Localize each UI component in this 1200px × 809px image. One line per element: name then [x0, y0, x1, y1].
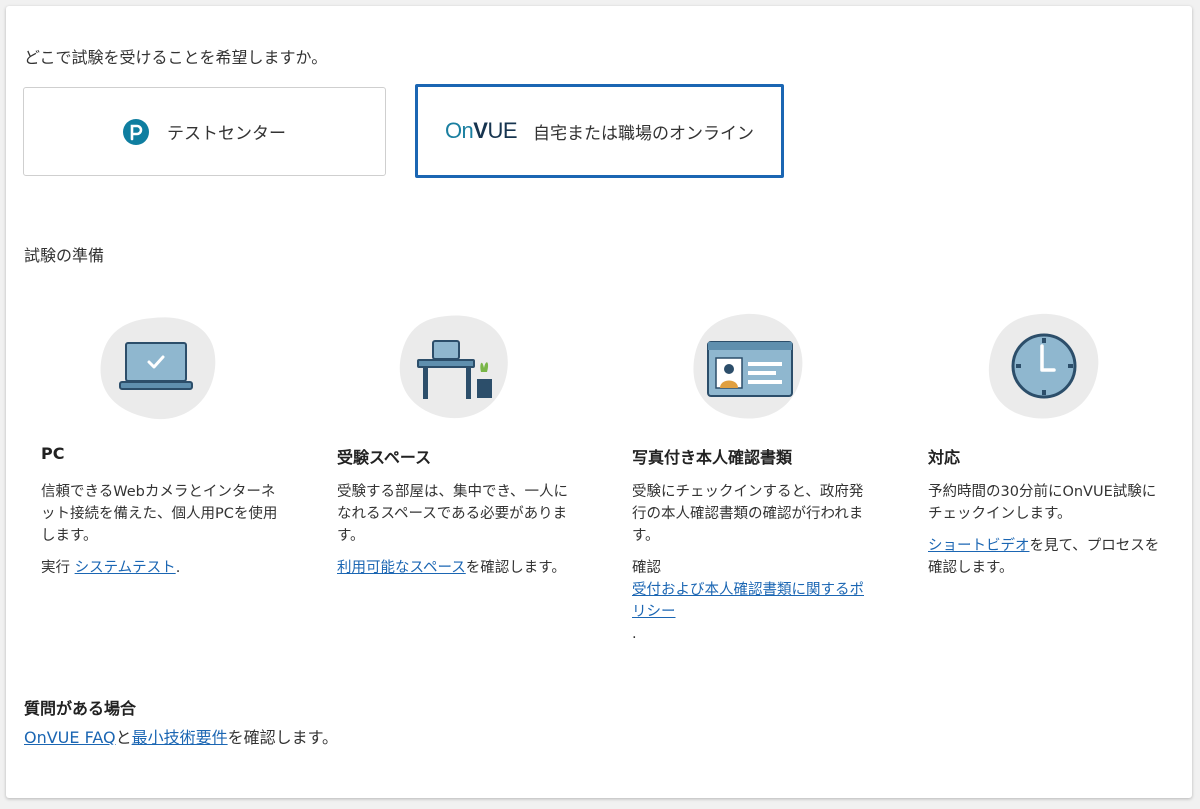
prep-icon-wrap [387, 306, 517, 426]
faq-title: 質問がある場合 [24, 699, 137, 718]
onvue-logo-on: On [444, 118, 474, 143]
prep-text: 受験する部屋は、集中でき、一人になれるスペースである必要があります。 [337, 484, 568, 544]
test-center-option[interactable]: テストセンター [23, 87, 386, 176]
exam-delivery-card: どこで試験を受けることを希望しますか。 テストセンター On V UE 自宅または職… [6, 6, 1192, 798]
prep-heading: 写真付き本人確認書類 [632, 448, 793, 467]
prep-item-pc: PC 信頼できるWebカメラとインターネット接続を備えた、個人用PCを使用します… [41, 306, 291, 576]
prep-action: 利用可能なスペースを確認します。 [337, 557, 577, 579]
faq-body: OnVUE FAQと最小技術要件を確認します。 [24, 724, 338, 748]
available-space-link[interactable]: 利用可能なスペース [337, 560, 466, 576]
faq-post-text: を確認します。 [227, 728, 339, 747]
prep-icon-wrap [978, 306, 1108, 426]
prep-action-pre: 実行 [41, 560, 75, 576]
online-option[interactable]: On V UE 自宅または職場のオンライン [415, 84, 784, 178]
onvue-faq-link[interactable]: OnVUE FAQ [24, 728, 116, 747]
prep-section-title: 試験の準備 [24, 246, 105, 265]
prep-heading: PC [41, 444, 65, 463]
prep-action: ショートビデオを見て、プロセスを確認します。 [928, 535, 1168, 579]
location-question: どこで試験を受けることを希望しますか。 [24, 48, 328, 67]
prep-action: 確認受付および本人確認書類に関するポリシー. [632, 557, 872, 645]
prep-action-post: を確認します。 [465, 560, 566, 576]
online-label: 自宅または職場のオンライン [533, 123, 755, 144]
desk-icon [399, 315, 508, 419]
faq-mid-text: と [115, 728, 132, 747]
test-center-label: テストセンター [167, 124, 286, 144]
min-tech-requirements-link[interactable]: 最小技術要件 [132, 728, 228, 747]
prep-action: 実行 システムテスト. [41, 557, 281, 579]
prep-body: 受験する部屋は、集中でき、一人になれるスペースである必要があります。 利用可能な… [337, 481, 577, 589]
id-policy-link[interactable]: 受付および本人確認書類に関するポリシー [632, 582, 864, 620]
onvue-logo-v: V [473, 118, 488, 143]
prep-action-pre: 確認 [632, 560, 661, 576]
id-card-icon [693, 313, 803, 419]
prep-body: 信頼できるWebカメラとインターネット接続を備えた、個人用PCを使用します。 実… [41, 481, 281, 589]
prep-heading: 対応 [928, 448, 961, 467]
laptop-check-icon [100, 317, 216, 420]
prep-icon-wrap [91, 306, 221, 426]
pearson-logo-icon [123, 118, 149, 145]
prep-item-space: 受験スペース 受験する部屋は、集中でき、一人になれるスペースである必要があります… [337, 306, 587, 576]
prep-body: 予約時間の30分前にOnVUE試験にチェックインします。 ショートビデオを見て、… [928, 481, 1168, 589]
prep-action-post: . [175, 560, 181, 576]
short-video-link[interactable]: ショートビデオ [928, 538, 1030, 554]
system-test-link[interactable]: システムテスト [75, 560, 176, 576]
prep-item-id: 写真付き本人確認書類 受験にチェックインすると、政府発行の本人確認書類の確認が行… [632, 306, 882, 642]
onvue-logo-ue: UE [487, 118, 518, 143]
prep-item-timing: 対応 予約時間の30分前にOnVUE試験にチェックインします。 ショートビデオを… [928, 306, 1178, 576]
clock-icon [988, 313, 1099, 419]
prep-heading: 受験スペース [337, 448, 432, 467]
onvue-logo: On V UE [444, 118, 518, 144]
prep-icon-wrap [682, 306, 812, 426]
prep-text: 予約時間の30分前にOnVUE試験にチェックインします。 [928, 484, 1157, 522]
prep-text: 信頼できるWebカメラとインターネット接続を備えた、個人用PCを使用します。 [41, 484, 278, 544]
prep-action-post: . [632, 626, 637, 642]
prep-text: 受験にチェックインすると、政府発行の本人確認書類の確認が行われます。 [632, 484, 864, 544]
prep-body: 受験にチェックインすると、政府発行の本人確認書類の確認が行われます。 確認受付お… [632, 481, 872, 655]
